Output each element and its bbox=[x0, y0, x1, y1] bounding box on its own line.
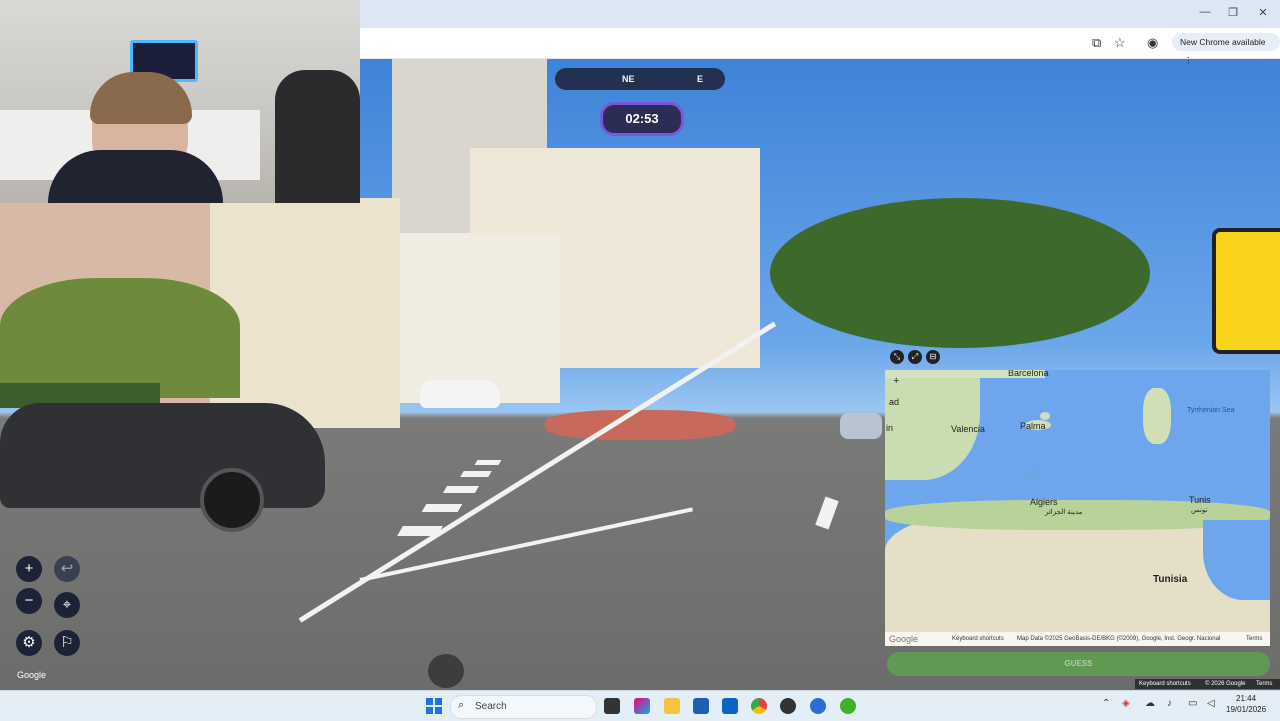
task-view-icon[interactable] bbox=[604, 698, 620, 714]
map-zoom-in-button[interactable]: + bbox=[893, 375, 899, 387]
sv-keyboard-shortcuts[interactable]: Keyboard shortcuts bbox=[1139, 679, 1191, 689]
map-size-controls: ⤡ ⤢ ⊟ bbox=[888, 350, 944, 366]
app-icon-green[interactable] bbox=[840, 698, 856, 714]
bookmark-star-icon[interactable]: ☆ bbox=[1114, 35, 1126, 51]
guess-button[interactable]: GUESS bbox=[887, 652, 1270, 676]
minimize-button[interactable]: — bbox=[1198, 6, 1212, 18]
store-icon[interactable] bbox=[693, 698, 709, 714]
taskbar-search-box[interactable]: ⌕ Search bbox=[450, 695, 597, 719]
map-label-algiers-arabic: مدينة الجزائر bbox=[1045, 509, 1083, 516]
zoom-in-button[interactable]: + bbox=[16, 556, 42, 582]
tray-chevron-icon[interactable]: ⌃ bbox=[1102, 698, 1110, 709]
map-label-valencia: Valencia bbox=[951, 424, 985, 434]
map-keyboard-shortcuts[interactable]: Keyboard shortcuts bbox=[952, 632, 1004, 646]
google-watermark: Google bbox=[17, 670, 47, 680]
map-label-barcelona: Barcelona bbox=[1008, 370, 1049, 378]
compass-e: E bbox=[697, 74, 704, 84]
map-pin-icon[interactable]: ⊟ bbox=[926, 350, 940, 364]
map-label-fragment-ad: ad bbox=[889, 397, 900, 407]
round-timer: 02:53 bbox=[600, 102, 684, 136]
install-app-icon[interactable]: ⧉ bbox=[1092, 35, 1101, 51]
volume-icon[interactable]: ◁ bbox=[1207, 698, 1215, 709]
more-menu-icon[interactable]: ⋮ bbox=[1184, 55, 1193, 65]
sv-terms-link[interactable]: Terms bbox=[1256, 679, 1272, 689]
map-data-attribution: Map Data ©2025 GeoBasis-DE/BKG (©2009), … bbox=[1017, 636, 1221, 642]
map-label-tunis-arabic: تونس bbox=[1191, 507, 1208, 514]
windows-taskbar: ⌕ Search ⌃ ◈ ☁ ♪ ▭ ◁ 21:44 19/01/2026 bbox=[0, 690, 1280, 721]
return-to-start-icon[interactable]: ⌖ bbox=[54, 592, 80, 618]
browser-toolbar bbox=[360, 28, 1280, 59]
taskbar-date[interactable]: 19/01/2026 bbox=[1226, 705, 1266, 714]
map-label-fragment-in: in bbox=[886, 423, 894, 433]
map-label-algiers: Algiers bbox=[1030, 497, 1058, 507]
taskbar-time[interactable]: 21:44 bbox=[1236, 694, 1256, 703]
windows-start-icon[interactable] bbox=[426, 698, 442, 714]
chrome-icon[interactable] bbox=[751, 698, 767, 714]
sv-copyright: © 2026 Google bbox=[1205, 681, 1246, 687]
file-explorer-icon[interactable] bbox=[664, 698, 680, 714]
map-shrink-icon[interactable]: ⤢ bbox=[908, 350, 922, 364]
profile-icon[interactable]: ◉ bbox=[1147, 35, 1158, 51]
undo-button[interactable]: ↩ bbox=[54, 556, 80, 582]
app-icon-blue[interactable] bbox=[810, 698, 826, 714]
zoom-out-button[interactable]: − bbox=[16, 588, 42, 614]
obs-icon[interactable] bbox=[780, 698, 796, 714]
map-label-palma: Palma bbox=[1020, 421, 1046, 431]
network-icon[interactable]: ▭ bbox=[1188, 698, 1197, 709]
new-chrome-available-button[interactable]: New Chrome available ⋮ bbox=[1172, 33, 1280, 65]
map-expand-icon[interactable]: ⤡ bbox=[890, 350, 904, 364]
webcam-overlay bbox=[0, 0, 360, 203]
search-icon: ⌕ bbox=[458, 699, 465, 711]
close-window-button[interactable]: ✕ bbox=[1256, 6, 1270, 19]
copilot-icon[interactable] bbox=[634, 698, 650, 714]
tray-cloud-icon[interactable]: ☁ bbox=[1145, 698, 1155, 709]
tray-app-icon[interactable]: ◈ bbox=[1122, 698, 1130, 709]
compass-bar: NE E bbox=[555, 68, 725, 90]
microphone-icon[interactable]: ♪ bbox=[1167, 698, 1172, 709]
browser-title-bar bbox=[360, 0, 1280, 28]
maximize-button[interactable]: ❐ bbox=[1226, 6, 1240, 19]
guess-map[interactable]: Barcelona Valencia Palma Algiers مدينة ا… bbox=[885, 370, 1270, 646]
taskbar-search-placeholder: Search bbox=[475, 701, 507, 712]
map-label-tunisia: Tunisia bbox=[1153, 574, 1188, 585]
compass-ne: NE bbox=[622, 74, 635, 84]
map-crosshair-icon: + bbox=[1030, 466, 1039, 482]
settings-icon[interactable]: ⚙ bbox=[16, 630, 42, 656]
map-label-tyrrhenian: Tyrrhenian Sea bbox=[1187, 407, 1235, 414]
map-terms-link[interactable]: Terms bbox=[1246, 632, 1262, 646]
map-google-logo: Google bbox=[889, 634, 919, 644]
map-label-tunis: Tunis bbox=[1189, 495, 1211, 505]
flag-icon[interactable]: ⚐ bbox=[54, 630, 80, 656]
outlook-icon[interactable] bbox=[722, 698, 738, 714]
new-chrome-label: New Chrome available bbox=[1180, 37, 1266, 47]
